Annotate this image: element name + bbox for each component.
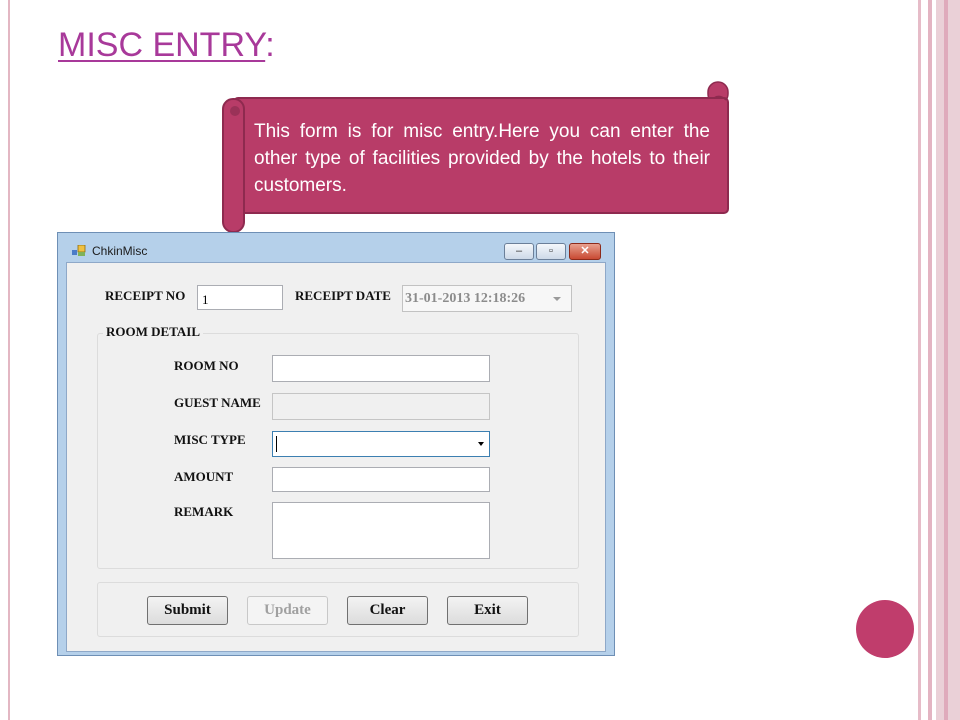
chevron-down-icon (553, 297, 561, 301)
clear-button[interactable]: Clear (347, 596, 428, 625)
callout-text: This form is for misc entry.Here you can… (254, 121, 710, 196)
room-no-label: ROOM NO (174, 358, 239, 373)
amount-label: AMOUNT (174, 469, 234, 484)
exit-button[interactable]: Exit (447, 596, 528, 625)
guest-name-field[interactable] (272, 393, 490, 420)
room-no-field[interactable] (272, 355, 490, 382)
receipt-no-label: RECEIPT NO (105, 288, 186, 303)
maximize-button[interactable]: ▫ (536, 243, 566, 260)
app-icon (72, 245, 86, 256)
slide-frame-right (936, 0, 960, 720)
app-window: ChkinMisc – ▫ ✕ RECEIPT NO 1 RECEIPT DAT… (57, 232, 615, 656)
close-button[interactable]: ✕ (569, 243, 601, 260)
window-titlebar[interactable]: ChkinMisc – ▫ ✕ (58, 233, 614, 262)
slide-frame-left (8, 0, 10, 720)
slide-frame-right (918, 0, 921, 720)
form-body: RECEIPT NO 1 RECEIPT DATE 31-01-2013 12:… (66, 262, 606, 652)
slide-title-text: MISC ENTRY (58, 26, 266, 64)
receipt-date-label: RECEIPT DATE (295, 288, 391, 303)
chevron-down-icon (478, 442, 484, 446)
decorative-circle (856, 600, 914, 658)
receipt-no-field[interactable]: 1 (197, 285, 283, 310)
slide-frame-right (928, 0, 932, 720)
misc-type-label: MISC TYPE (174, 432, 246, 447)
slide-title-suffix: : (265, 26, 275, 64)
update-button[interactable]: Update (247, 596, 328, 625)
slide-title: MISC ENTRY: (58, 26, 275, 65)
submit-button[interactable]: Submit (147, 596, 228, 625)
receipt-date-value: 31-01-2013 12:18:26 (405, 291, 526, 306)
minimize-button[interactable]: – (504, 243, 534, 260)
amount-field[interactable] (272, 467, 490, 492)
remark-textarea[interactable] (272, 502, 490, 559)
room-detail-label: ROOM DETAIL (103, 324, 204, 340)
window-title: ChkinMisc (92, 244, 148, 258)
slide-frame-right (944, 0, 948, 720)
guest-name-label: GUEST NAME (174, 395, 261, 410)
text-caret (276, 436, 277, 452)
remark-label: REMARK (174, 504, 234, 519)
receipt-date-picker[interactable]: 31-01-2013 12:18:26 (402, 285, 572, 312)
misc-type-dropdown[interactable] (272, 431, 490, 457)
